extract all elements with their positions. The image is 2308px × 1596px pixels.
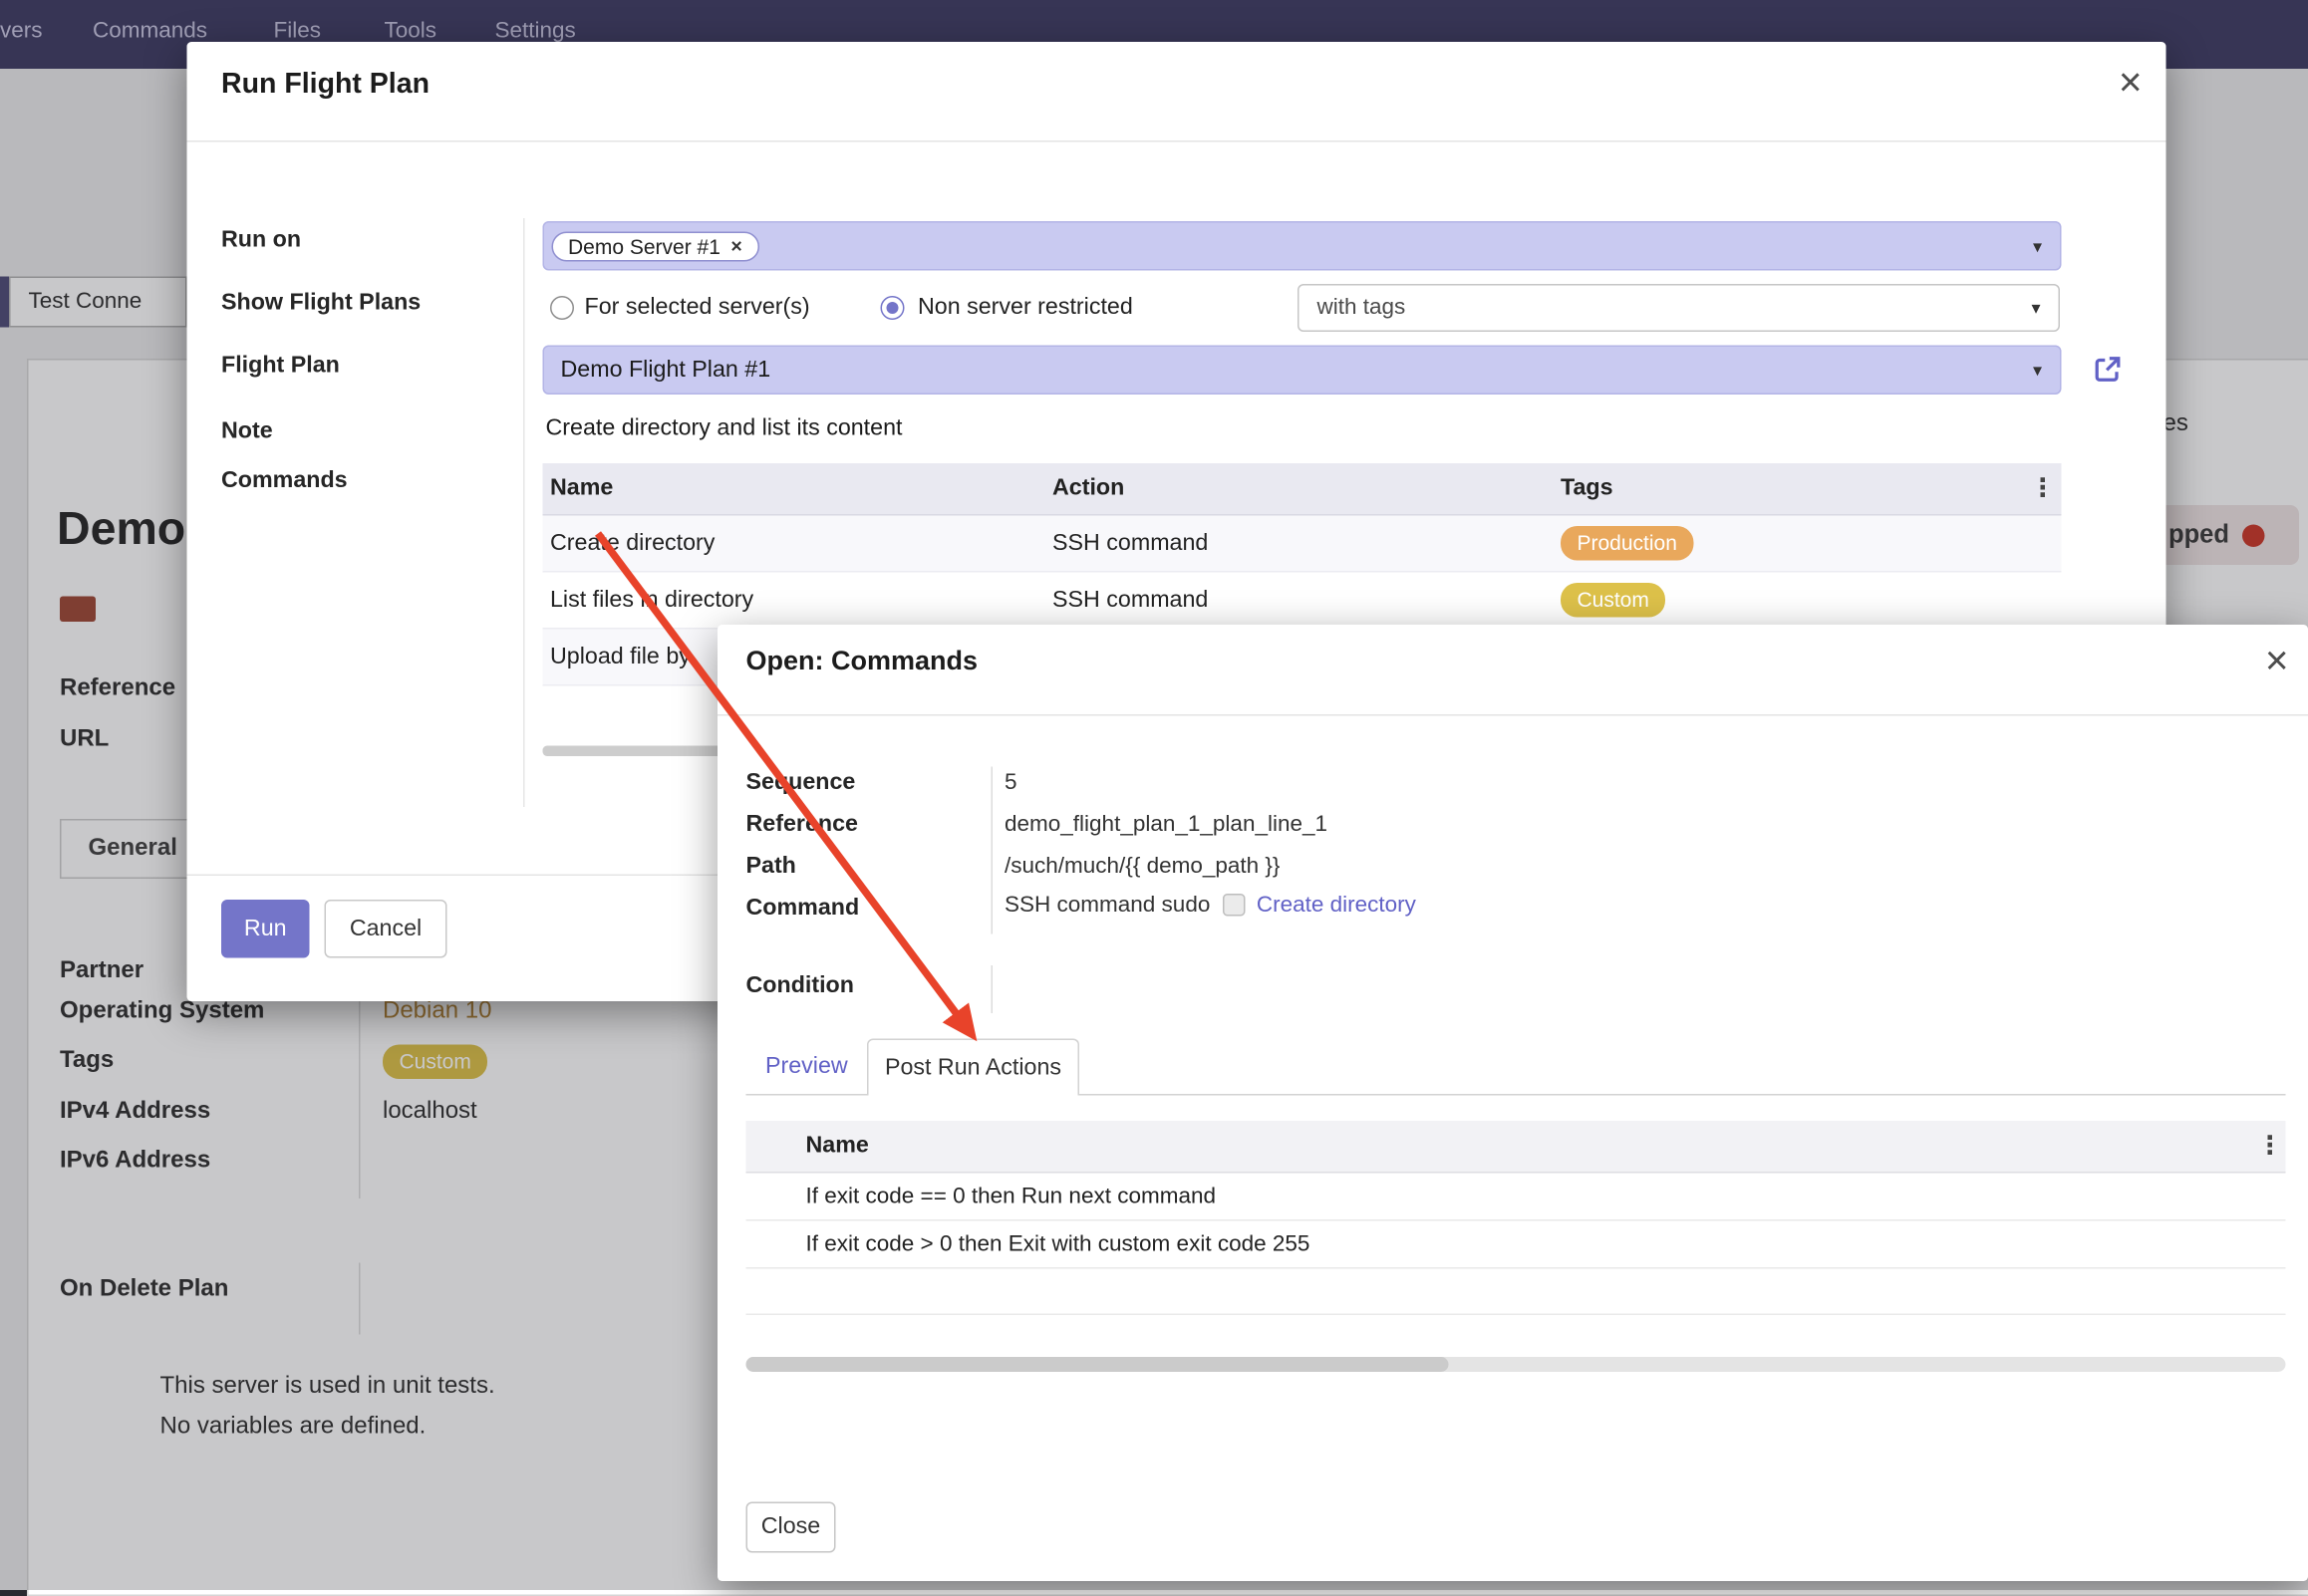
table-row[interactable]: Create directory SSH command Production bbox=[543, 516, 2062, 573]
command-type-text: SSH command sudo bbox=[1005, 893, 1210, 919]
cell-action: SSH command bbox=[1052, 530, 1561, 557]
post-run-actions-table: Name ⋮ If exit code == 0 then Run next c… bbox=[746, 1121, 2286, 1315]
label-condition: Condition bbox=[746, 973, 854, 1000]
open-commands-modal: Open: Commands × Sequence Reference Path… bbox=[718, 625, 2308, 1581]
modal-title: Run Flight Plan bbox=[221, 69, 430, 102]
server-chip-label: Demo Server #1 bbox=[568, 234, 721, 258]
table-row[interactable]: List files in directory SSH command Cust… bbox=[543, 573, 2062, 630]
value-reference: demo_flight_plan_1_plan_line_1 bbox=[1005, 812, 1327, 838]
column-header-action[interactable]: Action bbox=[1052, 475, 1561, 502]
form-divider bbox=[992, 767, 994, 934]
commands-table-header: Name Action Tags ⋮ bbox=[543, 463, 2062, 516]
close-icon[interactable]: × bbox=[2119, 63, 2143, 104]
table-row[interactable]: If exit code == 0 then Run next command bbox=[746, 1174, 2286, 1221]
tab-post-run-actions[interactable]: Post Run Actions bbox=[867, 1039, 1079, 1096]
cell-tags: Custom bbox=[1561, 583, 2026, 617]
column-header-name[interactable]: Name bbox=[543, 475, 1053, 502]
tag-badge-production: Production bbox=[1561, 526, 1693, 560]
label-flight-plan: Flight Plan bbox=[221, 353, 340, 380]
label-run-on: Run on bbox=[221, 227, 301, 254]
label-path: Path bbox=[746, 854, 796, 881]
chevron-down-icon[interactable]: ▾ bbox=[2033, 347, 2042, 394]
kebab-menu-icon[interactable]: ⋮ bbox=[2253, 1132, 2286, 1162]
external-link-icon[interactable] bbox=[2090, 352, 2126, 388]
with-tags-value: with tags bbox=[1317, 295, 1406, 321]
chip-remove-icon[interactable]: × bbox=[730, 235, 741, 258]
value-path: /such/much/{{ demo_path }} bbox=[1005, 854, 1280, 880]
horizontal-scrollbar-thumb[interactable] bbox=[746, 1357, 1449, 1372]
cell-tags: Production bbox=[1561, 526, 2026, 560]
value-command: SSH command sudo Create directory bbox=[1005, 893, 1416, 919]
column-header-name[interactable]: Name bbox=[806, 1133, 2253, 1160]
column-header-tags[interactable]: Tags bbox=[1561, 475, 2026, 502]
radio-label-for-selected-servers[interactable]: For selected server(s) bbox=[585, 295, 810, 322]
run-on-multiselect[interactable]: Demo Server #1 × ▾ bbox=[543, 221, 2062, 271]
close-icon[interactable]: × bbox=[2265, 642, 2289, 682]
tag-badge-custom: Custom bbox=[1561, 583, 1665, 617]
with-tags-select[interactable]: with tags ▾ bbox=[1298, 284, 2060, 332]
actions-table-header: Name ⋮ bbox=[746, 1121, 2286, 1174]
close-button[interactable]: Close bbox=[746, 1502, 836, 1553]
sudo-checkbox[interactable] bbox=[1222, 894, 1245, 917]
form-divider bbox=[992, 965, 994, 1013]
label-reference: Reference bbox=[746, 812, 858, 839]
chevron-down-icon[interactable]: ▾ bbox=[2033, 235, 2042, 256]
run-button[interactable]: Run bbox=[221, 900, 310, 958]
command-link[interactable]: Create directory bbox=[1257, 893, 1416, 919]
kebab-menu-icon[interactable]: ⋮ bbox=[2026, 474, 2062, 504]
horizontal-scrollbar-track[interactable] bbox=[746, 1357, 2286, 1372]
value-sequence: 5 bbox=[1005, 770, 1017, 796]
radio-label-non-server-restricted[interactable]: Non server restricted bbox=[918, 295, 1133, 322]
table-row[interactable]: If exit code > 0 then Exit with custom e… bbox=[746, 1221, 2286, 1269]
cell-name: If exit code == 0 then Run next command bbox=[806, 1184, 2253, 1209]
cell-name: List files in directory bbox=[543, 587, 1053, 614]
cell-action: SSH command bbox=[1052, 587, 1561, 614]
screen: vers Commands Files Tools Settings Test … bbox=[0, 0, 2308, 1590]
flight-plan-description: Create directory and list its content bbox=[546, 415, 903, 442]
cell-name: Create directory bbox=[543, 530, 1053, 557]
modal-header-divider bbox=[718, 714, 2308, 716]
form-divider bbox=[523, 218, 525, 807]
modal-title: Open: Commands bbox=[746, 646, 979, 677]
flight-plan-select[interactable]: Demo Flight Plan #1 ▾ bbox=[543, 346, 2062, 396]
modal-header-divider bbox=[187, 140, 2166, 142]
cell-name: If exit code > 0 then Exit with custom e… bbox=[806, 1231, 2253, 1257]
label-show-flight-plans: Show Flight Plans bbox=[221, 290, 421, 317]
chevron-down-icon[interactable]: ▾ bbox=[2031, 286, 2040, 331]
label-note: Note bbox=[221, 418, 273, 445]
radio-for-selected-servers[interactable] bbox=[550, 296, 574, 320]
cancel-button[interactable]: Cancel bbox=[325, 900, 447, 958]
flight-plan-value: Demo Flight Plan #1 bbox=[561, 358, 771, 384]
label-commands: Commands bbox=[221, 468, 348, 495]
label-sequence: Sequence bbox=[746, 770, 856, 797]
tab-preview[interactable]: Preview bbox=[765, 1054, 848, 1081]
label-command: Command bbox=[746, 896, 860, 923]
radio-non-server-restricted[interactable] bbox=[881, 296, 905, 320]
server-chip[interactable]: Demo Server #1 × bbox=[552, 231, 759, 261]
empty-row bbox=[746, 1269, 2286, 1316]
